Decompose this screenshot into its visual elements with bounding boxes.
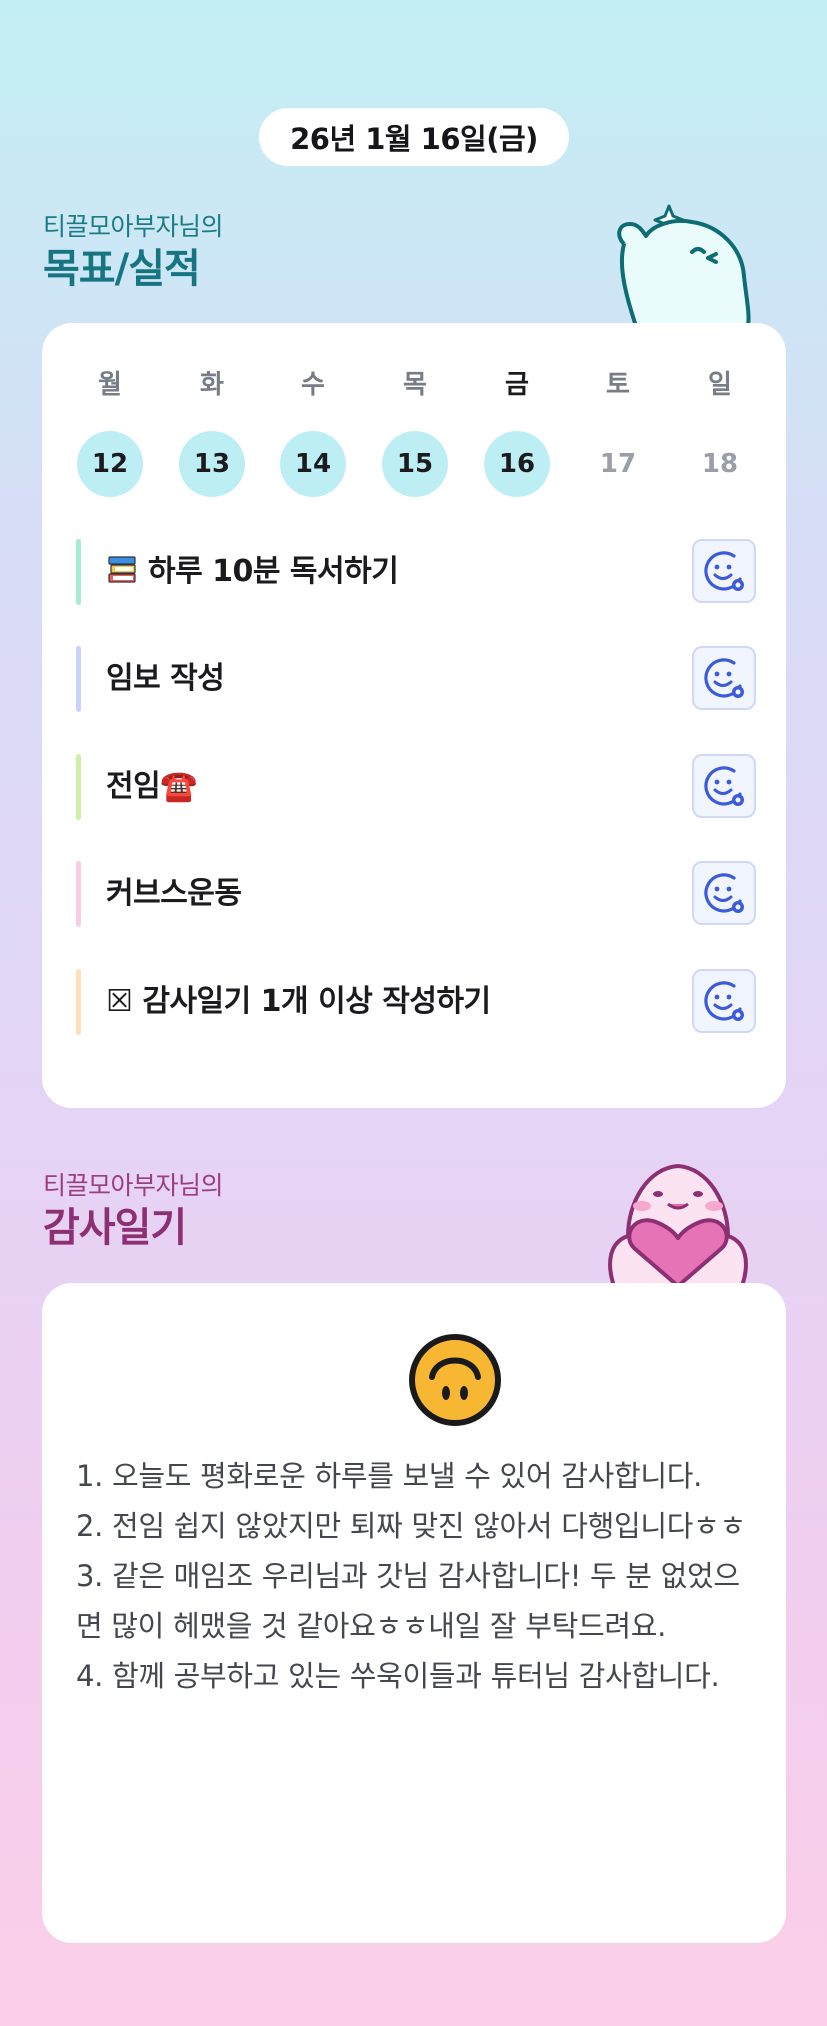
goal-label: 커브스운동 — [106, 876, 242, 911]
diary-text: 1. 오늘도 평화로운 하루를 보낼 수 있어 감사합니다. 2. 전임 쉽지 않… — [76, 1451, 756, 1701]
goal-item[interactable]: 커브스운동 — [76, 861, 756, 927]
goal-color-bar — [76, 861, 81, 927]
day-number: 14 — [280, 431, 346, 497]
goal-react-button[interactable] — [692, 646, 756, 710]
diary-entry: 1. 오늘도 평화로운 하루를 보낼 수 있어 감사합니다. — [76, 1459, 703, 1493]
books-icon — [106, 554, 148, 589]
goal-label: 하루 10분 독서하기 — [148, 554, 399, 589]
goal-item[interactable]: ☒ 감사일기 1개 이상 작성하기 — [76, 969, 756, 1035]
date-label: 26년 1월 16일(금) — [259, 108, 569, 166]
day-12[interactable]: 월 12 — [77, 368, 143, 497]
goal-color-bar — [76, 539, 81, 605]
goal-label: 전임☎️ — [106, 769, 198, 804]
day-13[interactable]: 화 13 — [179, 368, 245, 497]
smiley-add-icon — [702, 764, 746, 808]
day-14[interactable]: 수 14 — [280, 368, 346, 497]
smiley-add-icon — [702, 979, 746, 1023]
diary-entry: 3. 같은 매임조 우리님과 갓님 감사합니다! 두 분 없었으면 많이 헤맸을… — [76, 1559, 740, 1643]
day-number: 13 — [179, 431, 245, 497]
day-number: 18 — [701, 449, 739, 479]
diary-card: 1. 오늘도 평화로운 하루를 보낼 수 있어 감사합니다. 2. 전임 쉽지 않… — [42, 1283, 786, 1943]
day-name: 월 — [98, 370, 122, 400]
day-number: 16 — [484, 431, 550, 497]
smiley-add-icon — [702, 871, 746, 915]
goal-color-bar — [76, 969, 81, 1035]
day-15[interactable]: 목 15 — [382, 368, 448, 497]
day-16[interactable]: 금 16 — [484, 368, 550, 497]
goal-text: 하루 10분 독서하기 — [106, 539, 399, 605]
diary-entry: 4. 함께 공부하고 있는 쑤욱이들과 튜터님 감사합니다. — [76, 1659, 720, 1693]
goals-card: 월 12 화 13 수 14 목 15 금 16 토 17 일 18 하루 10분 독서하기임보 작성전임… — [42, 323, 786, 1108]
goal-color-bar — [76, 754, 81, 820]
goal-text: ☒ 감사일기 1개 이상 작성하기 — [106, 969, 491, 1035]
day-18[interactable]: 일 18 — [687, 368, 753, 497]
day-name: 수 — [301, 370, 325, 400]
goal-react-button[interactable] — [692, 861, 756, 925]
smiley-add-icon — [702, 549, 746, 593]
day-number: 15 — [382, 431, 448, 497]
day-name: 금 — [505, 370, 529, 400]
diary-title: 감사일기 — [43, 1205, 187, 1251]
goal-item[interactable]: 임보 작성 — [76, 646, 756, 712]
goal-text: 커브스운동 — [106, 861, 242, 927]
day-17[interactable]: 토 17 — [585, 368, 651, 497]
goal-label: ☒ 감사일기 1개 이상 작성하기 — [106, 984, 491, 1019]
day-name: 목 — [403, 370, 427, 400]
goal-color-bar — [76, 646, 81, 712]
day-number: 12 — [77, 431, 143, 497]
mint-mascot-icon — [617, 204, 751, 326]
goal-label: 임보 작성 — [106, 661, 225, 696]
pink-mascot-with-heart-icon — [608, 1164, 748, 1286]
goal-text: 전임☎️ — [106, 754, 198, 820]
goal-text: 임보 작성 — [106, 646, 225, 712]
diary-entry: 2. 전임 쉽지 않았지만 퇴짜 맞진 않아서 다행입니다ㅎㅎ — [76, 1509, 746, 1543]
day-name: 토 — [606, 370, 630, 400]
day-name: 일 — [708, 370, 732, 400]
day-name: 화 — [200, 370, 224, 400]
goal-item[interactable]: 하루 10분 독서하기 — [76, 539, 756, 605]
day-number: 17 — [599, 449, 637, 479]
goals-title: 목표/실적 — [43, 246, 201, 292]
smiley-add-icon — [702, 656, 746, 700]
goal-react-button[interactable] — [692, 969, 756, 1033]
goal-react-button[interactable] — [692, 539, 756, 603]
goal-item[interactable]: 전임☎️ — [76, 754, 756, 820]
goal-react-button[interactable] — [692, 754, 756, 818]
upside-down-face-icon — [409, 1334, 501, 1426]
